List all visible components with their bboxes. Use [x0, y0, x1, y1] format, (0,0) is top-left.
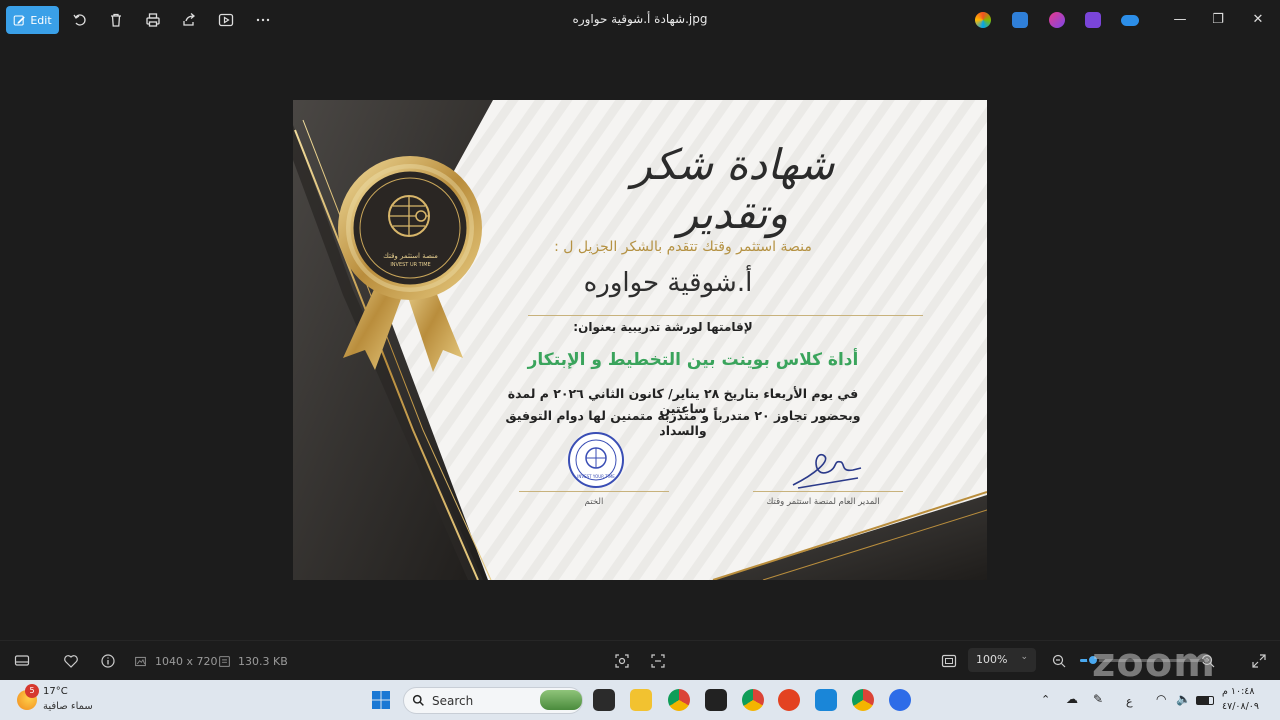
chrome-icon[interactable]	[668, 689, 690, 711]
file-size-icon	[219, 656, 230, 667]
visual-search-icon[interactable]	[650, 653, 666, 669]
chrome-icon-2[interactable]	[852, 689, 874, 711]
weather-badge: 5	[25, 684, 39, 698]
search-highlight-icon[interactable]	[540, 690, 582, 710]
clipchamp-icon[interactable]	[1049, 12, 1065, 28]
wifi-icon[interactable]: ◠	[1156, 692, 1166, 706]
cloud-icon[interactable]: ☁	[1066, 692, 1078, 706]
zoom-dropdown[interactable]: 100% ⌄	[968, 648, 1036, 672]
certificate-heading: شهادة شكر وتقدير	[631, 140, 835, 238]
recipient-name: أ.شوقية حواوره	[583, 268, 753, 298]
photos-app: Edit شهادة أ.شوقية حواوره.jpg — ❐ ✕ منصة…	[0, 0, 1280, 720]
file-size: 130.3 KB	[238, 655, 288, 668]
delete-icon[interactable]	[106, 10, 126, 30]
close-button[interactable]: ✕	[1248, 10, 1268, 30]
print-icon[interactable]	[143, 10, 163, 30]
slideshow-icon[interactable]	[216, 10, 236, 30]
badge-title: منصة استثمر وقتك	[383, 252, 438, 260]
fullscreen-icon[interactable]	[1251, 653, 1267, 669]
clock-time[interactable]: ١٠:٤٨ م	[1222, 686, 1255, 697]
chevron-up-icon[interactable]: ⌃	[1041, 693, 1050, 706]
pen-icon[interactable]: ✎	[1093, 692, 1103, 706]
language-indicator[interactable]: ع	[1126, 695, 1133, 708]
edit-button[interactable]: Edit	[6, 6, 59, 34]
image-dimensions: 1040 x 720	[155, 655, 218, 668]
powerpoint-icon[interactable]	[778, 689, 800, 711]
stamp-line	[519, 491, 669, 492]
crop-scan-icon[interactable]	[614, 653, 630, 669]
designer-icon[interactable]	[1012, 12, 1028, 28]
search-icon	[412, 694, 424, 706]
copilot-icon[interactable]	[975, 12, 991, 28]
minimize-button[interactable]: —	[1170, 10, 1190, 30]
workshop-label: لإقامتها لورشة تدريبية بعنوان:	[573, 320, 753, 334]
share-icon[interactable]	[179, 10, 199, 30]
title-bar: Edit شهادة أ.شوقية حواوره.jpg — ❐ ✕	[0, 0, 1280, 40]
zoom-out-icon[interactable]	[1051, 653, 1067, 669]
divider	[528, 315, 923, 316]
workshop-title: أداة كلاس بوينت بين التخطيط و الإبتكار	[527, 350, 859, 370]
dimensions-icon	[135, 656, 146, 667]
zoom-value: 100%	[976, 653, 1008, 666]
file-explorer-icon[interactable]	[630, 689, 652, 711]
onedrive-icon[interactable]	[1121, 15, 1139, 26]
weather-description: سماء صافية	[43, 701, 93, 712]
chrome-profile-icon[interactable]	[742, 689, 764, 711]
notes-icon[interactable]	[705, 689, 727, 711]
filmstrip-icon[interactable]	[14, 653, 30, 669]
stamp-text: INVEST YOUR TIME	[577, 474, 615, 479]
weather-temperature: 17°C	[43, 686, 68, 697]
signature-label: المدير العام لمنصة استثمر وقتك	[766, 497, 880, 507]
workshop-detail-2: وبحضور تجاوز ٢٠ متدرباً و متدربة متمنين …	[505, 408, 861, 438]
rotate-icon[interactable]	[70, 10, 90, 30]
zoom-app-icon[interactable]	[889, 689, 911, 711]
battery-icon[interactable]	[1196, 696, 1214, 705]
search-label: Search	[432, 693, 474, 708]
chevron-down-icon: ⌄	[1020, 652, 1028, 662]
volume-icon[interactable]: 🔈	[1176, 692, 1191, 706]
task-view-icon[interactable]	[593, 689, 615, 711]
fit-to-window-icon[interactable]	[941, 653, 957, 669]
edit-icon	[14, 15, 26, 25]
signature-line	[753, 491, 903, 492]
stamp-label: الختم	[584, 497, 604, 507]
restore-button[interactable]: ❐	[1208, 10, 1228, 30]
info-icon[interactable]	[100, 653, 116, 669]
clock-date[interactable]: ٤٧/٠٨/٠٩	[1222, 701, 1259, 712]
start-icon[interactable]	[371, 690, 391, 710]
photos-icon[interactable]	[815, 689, 837, 711]
more-options-icon[interactable]	[253, 10, 273, 30]
edit-label: Edit	[30, 13, 52, 27]
certificate-image: منصة استثمر وقتك INVEST UR TIME شهادة شك…	[293, 100, 987, 580]
badge-subtitle: INVEST UR TIME	[390, 262, 431, 268]
video-editor-icon[interactable]	[1085, 12, 1101, 28]
favorite-icon[interactable]	[63, 653, 79, 669]
certificate-intro: منصة استثمر وقتك تتقدم بالشكر الجزيل ل :	[554, 239, 812, 255]
